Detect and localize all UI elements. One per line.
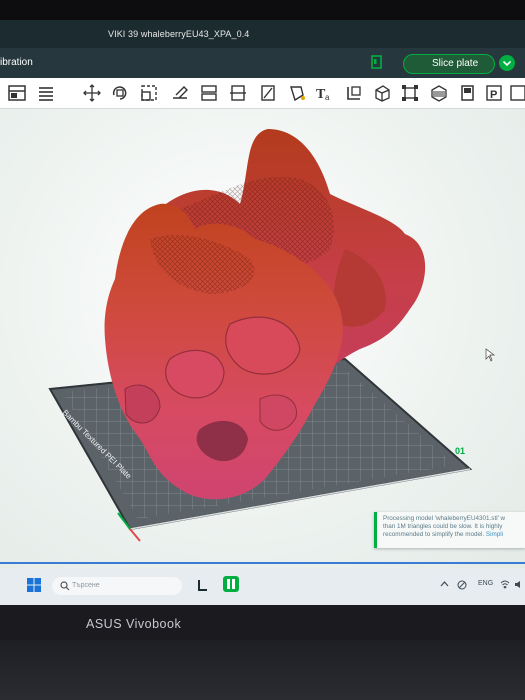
taskbar-app-icon[interactable] <box>197 578 209 592</box>
list-icon[interactable] <box>36 83 56 103</box>
window-bottom-border <box>0 562 525 564</box>
taskbar: Търсене ENG <box>0 568 525 605</box>
app-top-bar: ibration Slice plate <box>0 48 525 78</box>
move-icon[interactable] <box>82 83 102 103</box>
windows-start-icon[interactable] <box>27 578 41 592</box>
laptop-bezel-top <box>0 0 525 20</box>
laptop-brand-label: ASUS Vivobook <box>86 617 182 631</box>
text-icon[interactable]: Ta <box>314 83 334 103</box>
toolbar: Ta P <box>0 78 525 109</box>
laptop-chassis <box>0 640 525 700</box>
search-placeholder: Търсене <box>72 582 100 589</box>
volume-icon[interactable] <box>514 580 523 591</box>
3d-viewport[interactable]: Bambu Textured PEI Plate 01 <box>0 109 525 569</box>
boolean-icon[interactable] <box>372 83 392 103</box>
color-paint-icon[interactable] <box>287 83 307 103</box>
svg-text:a: a <box>325 93 330 102</box>
wifi-icon[interactable] <box>500 580 510 591</box>
notification-line-3: recommended to simplify the model. Simpl… <box>383 531 525 539</box>
mouse-cursor-icon <box>485 348 496 362</box>
split-icon[interactable] <box>199 83 219 103</box>
simplify-link[interactable]: Simpli <box>486 531 503 538</box>
notification-toast[interactable]: Processing model 'whaleberryEU4301.stl' … <box>374 512 525 548</box>
notification-line-1: Processing model 'whaleberryEU4301.stl' … <box>383 515 506 522</box>
language-indicator[interactable]: ENG <box>478 580 493 587</box>
fill-icon[interactable] <box>429 83 449 103</box>
cut-icon[interactable] <box>228 83 248 103</box>
assembly-icon[interactable] <box>400 83 420 103</box>
slice-plate-label: Slice plate <box>432 58 479 69</box>
scene: Bambu Textured PEI Plate 01 <box>48 129 496 542</box>
chevron-down-icon[interactable] <box>499 55 515 71</box>
search-icon <box>60 581 70 591</box>
svg-text:P: P <box>490 89 497 101</box>
calibration-menu[interactable]: ibration <box>0 57 33 68</box>
slice-plate-button[interactable]: Slice plate <box>403 54 495 74</box>
layout-icon[interactable] <box>7 83 27 103</box>
support-paint-icon[interactable] <box>258 83 278 103</box>
plate-icon[interactable] <box>458 83 478 103</box>
notification-line-2: than 1M triangles could be slow. It is h… <box>383 523 503 530</box>
device-icon[interactable] <box>370 54 384 70</box>
window-title: VIKI 39 whaleberryEU43_XPA_0.4 <box>108 29 250 39</box>
taskbar-search[interactable]: Търсене <box>52 577 182 595</box>
rotate-icon[interactable] <box>110 83 130 103</box>
p-icon[interactable]: P <box>484 83 504 103</box>
export-icon[interactable] <box>508 83 525 103</box>
microphone-muted-icon[interactable] <box>457 580 467 592</box>
measure-icon[interactable] <box>344 83 364 103</box>
plate-number: 01 <box>455 446 465 456</box>
lay-on-face-icon[interactable] <box>170 83 190 103</box>
scale-icon[interactable] <box>139 83 159 103</box>
bambu-studio-taskbar-icon[interactable] <box>223 576 239 592</box>
notification-line-3-text: recommended to simplify the model. <box>383 531 485 538</box>
chevron-up-icon[interactable] <box>440 580 449 590</box>
title-bar: VIKI 39 whaleberryEU43_XPA_0.4 <box>0 20 525 48</box>
screen: VIKI 39 whaleberryEU43_XPA_0.4 ibration … <box>0 20 525 605</box>
